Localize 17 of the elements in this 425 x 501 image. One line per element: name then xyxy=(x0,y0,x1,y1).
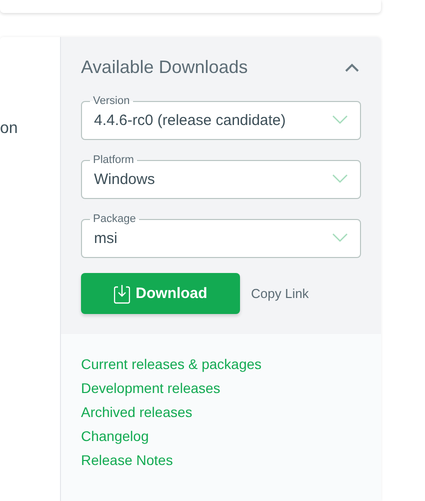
copy-link[interactable]: Copy Link xyxy=(251,286,309,301)
panel-title: Available Downloads xyxy=(81,57,248,78)
select-field[interactable]: Version 4.4.6-rc0 (release candidate) xyxy=(81,96,361,140)
release-link[interactable]: Changelog xyxy=(81,424,149,448)
caret-icon xyxy=(332,115,348,125)
release-link[interactable]: Archived releases xyxy=(81,400,192,424)
download-icon xyxy=(114,284,130,304)
download-button[interactable]: Download xyxy=(81,273,240,314)
caret-icon xyxy=(332,233,348,243)
select-field[interactable]: Package msi xyxy=(81,214,361,258)
text-fragment: on xyxy=(0,120,18,138)
select-field[interactable]: Platform Windows xyxy=(81,155,361,199)
release-link[interactable]: Current releases & packages xyxy=(81,352,262,376)
release-link[interactable]: Release Notes xyxy=(81,448,173,472)
caret-icon xyxy=(332,174,348,184)
release-link[interactable]: Development releases xyxy=(81,376,220,400)
collapse-chevron-icon[interactable] xyxy=(345,62,359,72)
